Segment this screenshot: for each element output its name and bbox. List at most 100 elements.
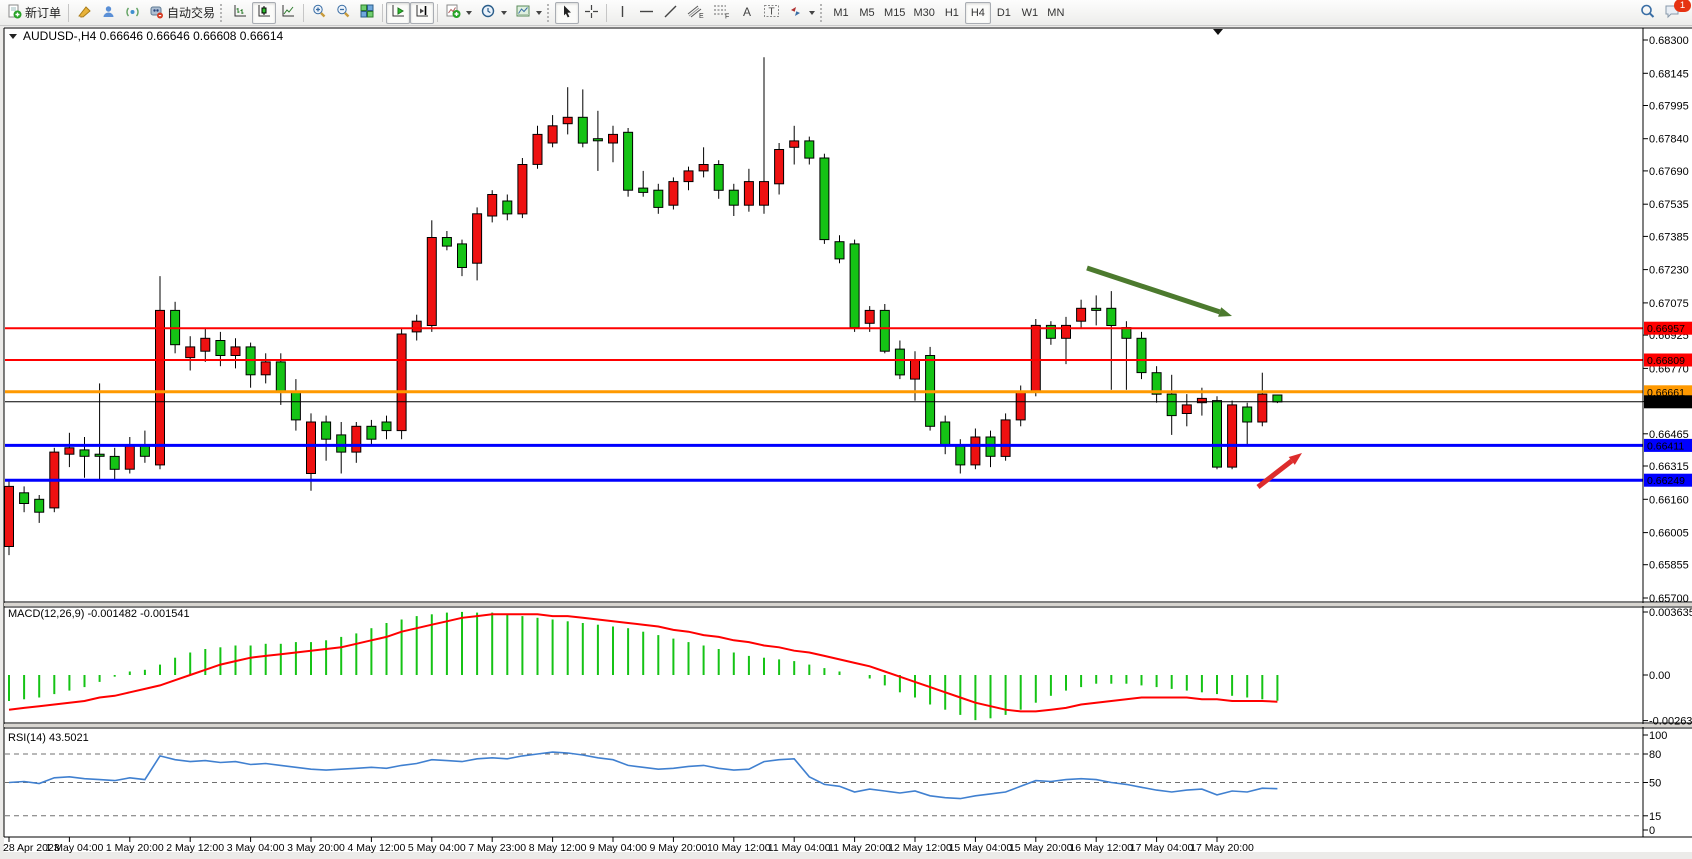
timeframe-mn-button[interactable]: MN (1043, 2, 1069, 24)
candle (5, 486, 14, 546)
price-badge-label: 0.66249 (1647, 475, 1685, 487)
candle (578, 117, 587, 143)
candle (201, 338, 210, 351)
candle (20, 493, 29, 504)
toolbar-grip (547, 4, 552, 22)
date-tick-label: 11 May 04:00 (768, 842, 831, 854)
timeframe-m1-button[interactable]: M1 (828, 2, 854, 24)
candle (654, 190, 663, 207)
new-order-button[interactable]: 新订单 (3, 2, 65, 24)
chart-canvas[interactable]: 0.683000.681450.679950.678400.676900.675… (0, 0, 1692, 859)
date-tick-label: 17 May 20:00 (1190, 842, 1254, 854)
timeframe-m15-button[interactable]: M15 (880, 2, 909, 24)
date-tick-label: 8 May 12:00 (529, 842, 587, 854)
cursor-button[interactable] (555, 2, 579, 24)
vertical-line-icon (616, 4, 629, 22)
candle (397, 334, 406, 431)
candle (35, 499, 44, 512)
arrow-objects-button[interactable] (784, 2, 819, 24)
horizontal-line-icon (638, 4, 655, 22)
fibonacci-button[interactable]: F (709, 2, 735, 24)
horizontal-line-button[interactable] (634, 2, 659, 24)
line-chart-type-button[interactable] (276, 2, 300, 24)
timeframe-m30-button[interactable]: M30 (909, 2, 938, 24)
price-badge-label: 0.66614 (1647, 397, 1685, 409)
candle (790, 141, 799, 147)
candle (971, 437, 980, 465)
timeframe-h1-button[interactable]: H1 (939, 2, 965, 24)
text-icon: A (740, 4, 754, 22)
candle (337, 435, 346, 452)
zoom-in-button[interactable] (307, 2, 331, 24)
candle (639, 188, 648, 192)
candle (367, 426, 376, 439)
signal-button[interactable] (120, 2, 144, 24)
crayon-icon (77, 4, 92, 22)
autotrading-button[interactable]: 自动交易 (144, 2, 219, 24)
candle (1122, 328, 1131, 339)
timeframe-label: H4 (971, 7, 985, 19)
timeframe-d1-button[interactable]: D1 (991, 2, 1017, 24)
candle (518, 165, 527, 214)
candle (744, 182, 753, 206)
chevron-down-icon (809, 11, 815, 15)
price-badge-label: 0.66411 (1647, 440, 1684, 452)
candle (820, 158, 829, 240)
autotrading-label: 自动交易 (167, 4, 215, 21)
price-tick-label: 0.67995 (1649, 101, 1689, 113)
candle (1016, 392, 1025, 420)
candlestick-chart-type-button[interactable] (252, 2, 276, 24)
text-button[interactable]: A (735, 2, 759, 24)
toolbar: 新订单 自动交易 E F A T M1 M5 M15 M30 H1 H4 D1 … (0, 0, 1692, 26)
candle (473, 214, 482, 263)
crosshair-button[interactable] (579, 2, 603, 24)
candle (1258, 394, 1267, 422)
tile-windows-button[interactable] (355, 2, 379, 24)
text-label-button[interactable]: T (759, 2, 784, 24)
search-icon (1639, 3, 1656, 23)
add-indicator-button[interactable] (441, 2, 476, 24)
auto-scroll-button[interactable] (386, 2, 410, 24)
price-tick-label: 0.67075 (1649, 298, 1689, 310)
styler-button[interactable] (72, 2, 96, 24)
search-button[interactable] (1635, 2, 1660, 24)
date-tick-label: 5 May 04:00 (408, 842, 466, 854)
profiles-button[interactable] (96, 2, 120, 24)
timeframe-label: W1 (1022, 7, 1039, 19)
person-icon (101, 4, 116, 22)
macd-tick-label: -0.00263 (1649, 716, 1692, 728)
zoom-in-icon (311, 3, 327, 22)
timeframe-m5-button[interactable]: M5 (854, 2, 880, 24)
candle (322, 422, 331, 439)
candle (548, 126, 557, 143)
candle (1273, 395, 1282, 402)
trendline-button[interactable] (659, 2, 683, 24)
candle (1228, 405, 1237, 467)
chevron-down-icon (466, 11, 472, 15)
notifications-button[interactable]: 1 (1660, 2, 1686, 24)
pane-splitter[interactable] (4, 724, 1692, 727)
candle (156, 310, 165, 465)
separator (68, 4, 69, 22)
zoom-out-button[interactable] (331, 2, 355, 24)
bar-chart-type-button[interactable] (228, 2, 252, 24)
vertical-line-button[interactable] (610, 2, 634, 24)
candle (533, 134, 542, 164)
pane-splitter[interactable] (4, 603, 1692, 606)
rsi-tick-label: 15 (1649, 811, 1661, 823)
equidistant-channel-button[interactable]: E (683, 2, 709, 24)
chart-title: AUDUSD-,H4 0.66646 0.66646 0.66608 0.666… (23, 29, 284, 43)
candle (1001, 420, 1010, 457)
timeframe-h4-button[interactable]: H4 (965, 2, 991, 24)
periods-button[interactable] (476, 2, 511, 24)
text-label-icon: T (763, 3, 780, 22)
chart-shift-button[interactable] (410, 2, 434, 24)
price-tick-label: 0.67230 (1649, 265, 1689, 277)
candle (352, 426, 361, 452)
timeframe-w1-button[interactable]: W1 (1017, 2, 1043, 24)
candle (850, 244, 859, 328)
date-tick-label: 1 May 20:00 (106, 842, 164, 854)
candle (1077, 308, 1086, 321)
candle (1092, 308, 1101, 310)
templates-button[interactable] (511, 2, 546, 24)
